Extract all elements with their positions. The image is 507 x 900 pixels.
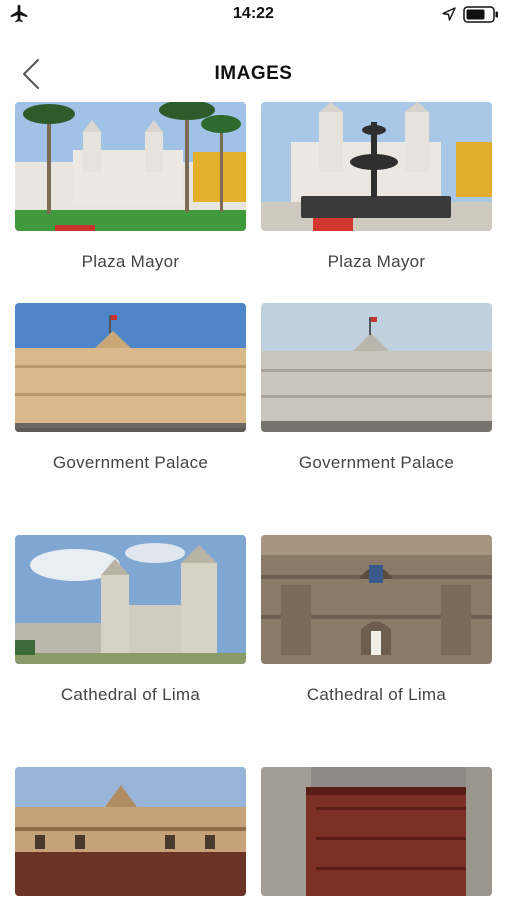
gallery-item-label: Plaza Mayor xyxy=(81,252,180,271)
page-title: IMAGES xyxy=(214,63,293,84)
gallery-thumbnail xyxy=(261,535,492,664)
gallery-item-label: Cathedral of Lima xyxy=(306,685,447,704)
gallery-thumbnail xyxy=(261,102,492,231)
gallery-item[interactable]: Cathedral of Lima xyxy=(261,535,492,705)
gallery-item[interactable]: Government Palace xyxy=(261,303,492,473)
gallery-thumbnail xyxy=(15,303,246,432)
image-gallery-grid: Plaza Mayor Plaza Mayor Government Palac… xyxy=(0,102,507,900)
gallery-item-label: Plaza Mayor xyxy=(327,252,426,271)
location-arrow-icon xyxy=(442,7,456,21)
gallery-item[interactable]: Plaza Mayor xyxy=(15,102,246,272)
gallery-item[interactable]: Cathedral of Lima xyxy=(15,535,246,705)
gallery-item[interactable] xyxy=(15,767,246,900)
status-time: 14:22 xyxy=(233,5,274,22)
navigation-bar: IMAGES xyxy=(0,46,507,102)
gallery-thumbnail xyxy=(15,535,246,664)
gallery-item[interactable] xyxy=(261,767,492,900)
gallery-item[interactable]: Plaza Mayor xyxy=(261,102,492,272)
gallery-item-label: Government Palace xyxy=(52,453,209,472)
gallery-item-label: Cathedral of Lima xyxy=(60,685,201,704)
gallery-item[interactable]: Government Palace xyxy=(15,303,246,473)
gallery-item-label: Government Palace xyxy=(298,453,455,472)
battery-icon xyxy=(463,6,498,23)
status-bar: 14:22 xyxy=(0,0,507,30)
gallery-thumbnail xyxy=(15,102,246,231)
gallery-thumbnail xyxy=(261,767,492,896)
gallery-thumbnail xyxy=(261,303,492,432)
gallery-thumbnail xyxy=(15,767,246,896)
